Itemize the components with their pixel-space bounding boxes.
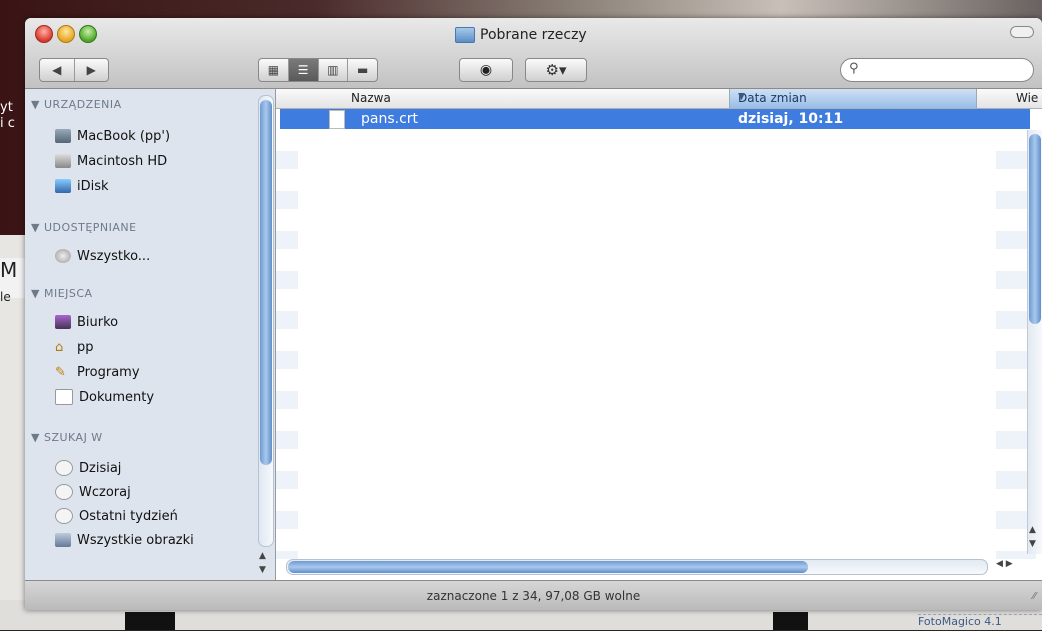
sidebar-item-all-images[interactable]: Wszystkie obrazki [55,530,194,550]
sidebar-scroll-up-arrow[interactable]: ▲ [259,551,266,561]
sidebar-item-today[interactable]: Dzisiaj [55,458,121,478]
sidebar-item-home[interactable]: ⌂ pp [55,337,94,357]
column-header-date[interactable]: Data zmian ▼ [729,89,977,108]
search-icon: ⚲ [849,61,859,76]
search-input[interactable] [867,62,1026,80]
list-view-button[interactable]: ☰ [288,59,319,81]
titlebar: Pobrane rzeczy ◀ ▶ ▦ ☰ ▥ ▬ ◉ ⚙▾ ⚲ [25,18,1042,89]
icon-view-button[interactable]: ▦ [259,59,289,81]
column-header-size[interactable]: Wie [1016,91,1038,105]
view-mode-buttons: ▦ ☰ ▥ ▬ [258,58,378,82]
sidebar-item-macbook[interactable]: MacBook (pp') [55,126,170,146]
file-name: pans.crt [361,111,419,127]
eye-icon: ◉ [479,62,493,78]
vertical-scroll-thumb[interactable] [1029,134,1041,324]
scroll-up-arrow[interactable]: ▲ [1029,525,1036,535]
minimize-button[interactable] [57,25,75,43]
sidebar-item-label: iDisk [77,178,109,194]
background-le-text: le [0,290,11,304]
sidebar: ▼ URZĄDZENIA MacBook (pp') Macintosh HD … [25,89,276,580]
table-row[interactable]: pans.crt dzisiaj, 10:11 [280,109,1030,129]
clock-icon [55,484,73,500]
gear-icon: ⚙▾ [545,61,567,79]
sidebar-item-idisk[interactable]: iDisk [55,176,109,196]
status-bar: zaznaczone 1 z 34, 97,08 GB wolne ⁄⁄ [25,580,1042,610]
action-menu-button[interactable]: ⚙▾ [525,58,587,82]
sidebar-item-all-shared[interactable]: Wszystko... [55,246,150,266]
sidebar-section-devices[interactable]: ▼ URZĄDZENIA [31,98,122,111]
sidebar-scroll-thumb[interactable] [260,100,272,465]
sidebar-item-label: Wszystkie obrazki [77,532,194,548]
sort-descending-icon: ▼ [738,92,745,102]
column-header-name[interactable]: Nazwa [351,91,391,105]
network-icon [55,249,71,263]
horizontal-scroll-thumb[interactable] [288,561,808,573]
window-title-text: Pobrane rzeczy [480,27,587,43]
sidebar-item-label: Macintosh HD [77,153,168,169]
file-date: dzisiaj, 10:11 [738,111,844,127]
document-icon [329,110,345,129]
sidebar-item-label: Dzisiaj [79,460,122,476]
sidebar-item-documents[interactable]: Dokumenty [55,387,154,407]
sidebar-item-label: Dokumenty [79,389,155,405]
sidebar-item-label: Programy [77,364,140,380]
scroll-down-arrow[interactable]: ▼ [1029,539,1036,549]
background-m-letter: M [0,258,18,282]
folder-icon [455,27,475,43]
home-icon: ⌂ [55,340,64,355]
zoom-button[interactable] [79,25,97,43]
file-list: Nazwa Data zmian ▼ Wie pans.crt dzisiaj,… [276,89,1042,580]
horizontal-scrollbar[interactable] [286,559,988,575]
sidebar-scrollbar[interactable] [258,95,274,547]
resize-grip-icon[interactable]: ⁄⁄ [1033,591,1036,602]
idisk-icon [55,179,71,193]
sidebar-scroll-down-arrow[interactable]: ▼ [259,565,266,575]
vertical-scrollbar[interactable] [1027,130,1042,554]
column-header-bar: Nazwa Data zmian ▼ Wie [276,89,1042,109]
coverflow-view-button[interactable]: ▬ [348,59,377,81]
sidebar-section-places[interactable]: ▼ MIEJSCA [31,287,93,300]
harddisk-icon [55,154,71,168]
applications-icon: ✎ [55,365,66,380]
finder-window: Pobrane rzeczy ◀ ▶ ▦ ☰ ▥ ▬ ◉ ⚙▾ ⚲ ▼ URZĄ… [25,18,1042,610]
sidebar-item-label: Wczoraj [79,484,131,500]
sidebar-item-label: MacBook (pp') [77,128,171,144]
sidebar-item-macintosh-hd[interactable]: Macintosh HD [55,151,167,171]
search-field[interactable]: ⚲ [840,58,1034,82]
sidebar-item-yesterday[interactable]: Wczoraj [55,482,131,502]
clock-icon [55,508,73,524]
background-dark-block [125,612,175,630]
sidebar-section-search[interactable]: ▼ SZUKAJ W [31,431,103,444]
background-fotomagico-label: FotoMagico 4.1 [918,614,1042,631]
sidebar-item-label: pp [77,339,94,355]
desktop-icon [55,315,71,329]
sidebar-section-shared[interactable]: ▼ UDOSTĘPNIANE [31,221,137,234]
list-stripes [276,129,298,559]
close-button[interactable] [35,25,53,43]
sidebar-item-last-week[interactable]: Ostatni tydzień [55,506,178,526]
background-dark-block [773,612,808,630]
navigation-buttons: ◀ ▶ [39,58,109,82]
back-button[interactable]: ◀ [40,59,75,81]
clock-icon [55,460,73,476]
images-icon [55,533,71,547]
status-text: zaznaczone 1 z 34, 97,08 GB wolne [426,589,641,603]
forward-button[interactable]: ▶ [75,59,109,81]
toolbar-toggle-button[interactable] [1010,26,1034,38]
sidebar-item-label: Biurko [77,314,119,330]
column-view-button[interactable]: ▥ [319,59,349,81]
sidebar-item-applications[interactable]: ✎ Programy [55,362,140,382]
sidebar-item-label: Wszystko... [77,248,151,264]
sidebar-item-label: Ostatni tydzień [79,508,178,524]
window-title: Pobrane rzeczy [455,24,587,46]
horizontal-scroll-arrows[interactable]: ◀ ▶ [996,559,1013,569]
sidebar-item-desktop[interactable]: Biurko [55,312,118,332]
laptop-icon [55,129,71,143]
documents-icon [55,389,73,405]
quick-look-button[interactable]: ◉ [459,58,513,82]
